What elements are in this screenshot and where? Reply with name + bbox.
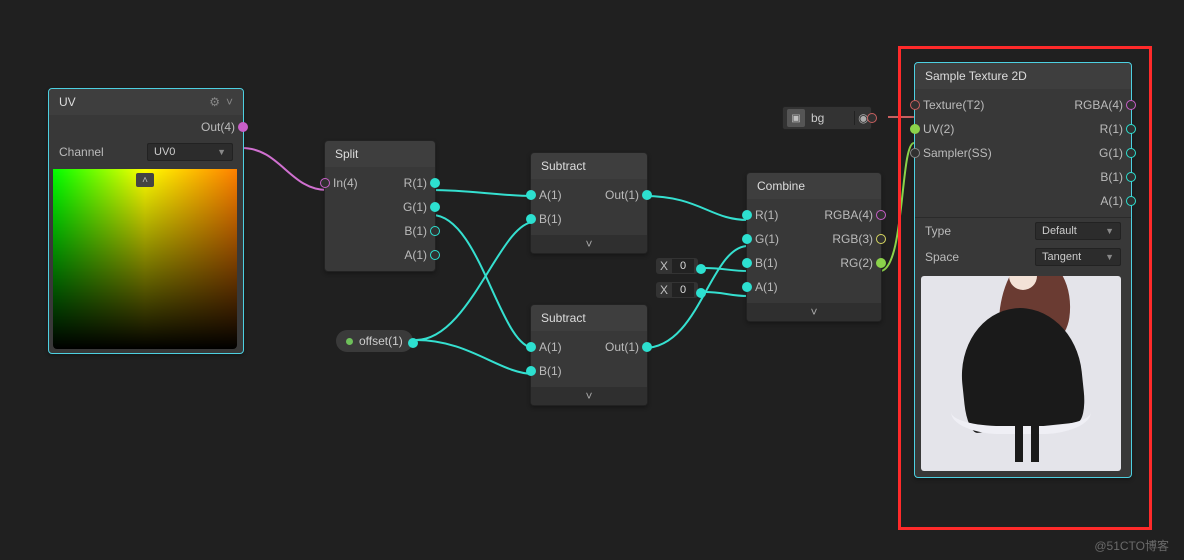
chevron-down-icon[interactable]: ˅: [531, 387, 647, 405]
node-split[interactable]: Split In(4) R(1) G(1) B(1) A(1): [324, 140, 436, 272]
port-rgba[interactable]: [876, 210, 886, 220]
port-in[interactable]: [320, 178, 330, 188]
node-combine[interactable]: Combine R(1) RGBA(4) G(1) RGB(3) B(1) RG(2)…: [746, 172, 882, 322]
in-label: In(4): [333, 176, 358, 190]
title-text: Subtract: [541, 159, 586, 173]
float-input-a: X: [656, 282, 700, 298]
port-a[interactable]: [430, 250, 440, 260]
dropdown-value: UV0: [154, 146, 175, 158]
r-label: R(1): [755, 208, 778, 222]
texture-property-bg[interactable]: ▣ bg ◉: [782, 106, 872, 130]
r-label: R(1): [404, 176, 427, 190]
port-bg[interactable]: [867, 113, 877, 123]
node-title: Subtract: [531, 153, 647, 179]
a-label: A(1): [539, 188, 562, 202]
channel-label: Channel: [59, 145, 104, 159]
port-b-in[interactable]: [742, 258, 752, 268]
title-text: Split: [335, 147, 358, 161]
channel-row: Channel UV0 ▼: [49, 139, 243, 165]
float-value-b[interactable]: [672, 259, 694, 273]
property-dot-icon: [346, 338, 353, 345]
b-label: B(1): [539, 364, 562, 378]
port-b[interactable]: [430, 226, 440, 236]
port-offset[interactable]: [408, 338, 418, 348]
shader-graph-canvas[interactable]: UV ⚙ ˅ Out(4) Channel UV0 ▼ ˄ Split In(4…: [0, 0, 1184, 560]
chevron-down-icon[interactable]: ˅: [531, 235, 647, 253]
chevron-down-icon[interactable]: ˅: [747, 303, 881, 321]
port-b[interactable]: [526, 366, 536, 376]
rgba-label: RGBA(4): [824, 208, 873, 222]
port-a-in[interactable]: [742, 282, 752, 292]
g-label: G(1): [403, 200, 427, 214]
rg-label: RG(2): [840, 256, 873, 270]
title-text: Combine: [757, 179, 805, 193]
chevron-down-icon: ▼: [217, 147, 226, 157]
node-uv[interactable]: UV ⚙ ˅ Out(4) Channel UV0 ▼ ˄: [48, 88, 244, 354]
node-subtract-1[interactable]: Subtract A(1) Out(1) B(1) ˅: [530, 152, 648, 254]
float-input-b: X: [656, 258, 700, 274]
port-r[interactable]: [742, 210, 752, 220]
port-g[interactable]: [430, 202, 440, 212]
watermark: @51CTO博客: [1094, 537, 1169, 554]
offset-label: offset(1): [359, 334, 403, 348]
gear-icon[interactable]: ⚙: [209, 95, 220, 109]
port-out[interactable]: [642, 342, 652, 352]
b-label: B(1): [755, 256, 778, 270]
bg-label: bg: [809, 111, 854, 125]
title-text: UV: [59, 95, 76, 109]
uv-preview: ˄: [53, 169, 237, 349]
texture-thumb-icon: ▣: [787, 109, 805, 127]
node-title: Combine: [747, 173, 881, 199]
node-title: UV ⚙ ˅: [49, 89, 243, 115]
b-label: B(1): [404, 224, 427, 238]
chevron-up-icon[interactable]: ˄: [136, 173, 154, 187]
port-float-b[interactable]: [696, 264, 706, 274]
port-b[interactable]: [526, 214, 536, 224]
port-rg[interactable]: [876, 258, 886, 268]
chevron-down-icon[interactable]: ˅: [226, 95, 233, 109]
a-label: A(1): [404, 248, 427, 262]
selection-highlight: [898, 46, 1152, 530]
port-out[interactable]: [238, 122, 248, 132]
port-float-a[interactable]: [696, 288, 706, 298]
x-label: X: [660, 283, 668, 297]
offset-property[interactable]: offset(1): [336, 330, 413, 352]
out-label: Out(1): [605, 188, 639, 202]
b-label: B(1): [539, 212, 562, 226]
a-label: A(1): [539, 340, 562, 354]
out-label: Out(4): [201, 120, 235, 134]
x-label: X: [660, 259, 668, 273]
node-title: Split: [325, 141, 435, 167]
rgb-label: RGB(3): [832, 232, 873, 246]
channel-dropdown[interactable]: UV0 ▼: [147, 143, 233, 161]
out-label: Out(1): [605, 340, 639, 354]
port-out[interactable]: [642, 190, 652, 200]
a-label: A(1): [755, 280, 778, 294]
node-subtract-2[interactable]: Subtract A(1) Out(1) B(1) ˅: [530, 304, 648, 406]
port-rgb[interactable]: [876, 234, 886, 244]
port-r[interactable]: [430, 178, 440, 188]
port-g[interactable]: [742, 234, 752, 244]
float-value-a[interactable]: [672, 283, 694, 297]
g-label: G(1): [755, 232, 779, 246]
port-row-out: Out(4): [49, 115, 243, 139]
port-a[interactable]: [526, 190, 536, 200]
title-text: Subtract: [541, 311, 586, 325]
port-a[interactable]: [526, 342, 536, 352]
node-title: Subtract: [531, 305, 647, 331]
